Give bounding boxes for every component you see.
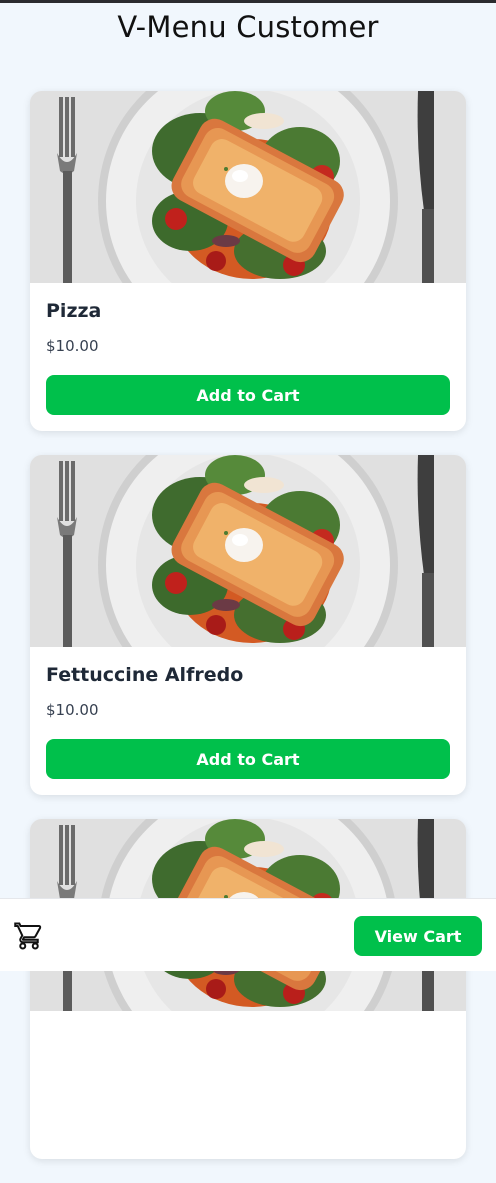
view-cart-button[interactable]: View Cart [354, 916, 482, 956]
item-price: $10.00 [46, 337, 99, 355]
menu-list: Pizza $10.00 Add to Cart Fettuccine Alfr… [30, 91, 466, 1183]
page-title: V-Menu Customer [117, 10, 379, 44]
dish-image [30, 455, 466, 647]
bottom-bar: View Cart [0, 898, 496, 971]
menu-item-card: Pizza $10.00 Add to Cart [30, 91, 466, 431]
item-name: Pizza [46, 300, 102, 322]
menu-item-card: Fettuccine Alfredo $10.00 Add to Cart [30, 455, 466, 795]
item-name: Fettuccine Alfredo [46, 664, 244, 686]
add-to-cart-button[interactable]: Add to Cart [46, 375, 450, 415]
add-to-cart-button[interactable]: Add to Cart [46, 739, 450, 779]
top-edge-strip [0, 0, 496, 3]
dish-image [30, 91, 466, 283]
menu-item-card [30, 819, 466, 1159]
item-price: $10.00 [46, 701, 99, 719]
shopping-cart-icon[interactable] [14, 921, 44, 951]
